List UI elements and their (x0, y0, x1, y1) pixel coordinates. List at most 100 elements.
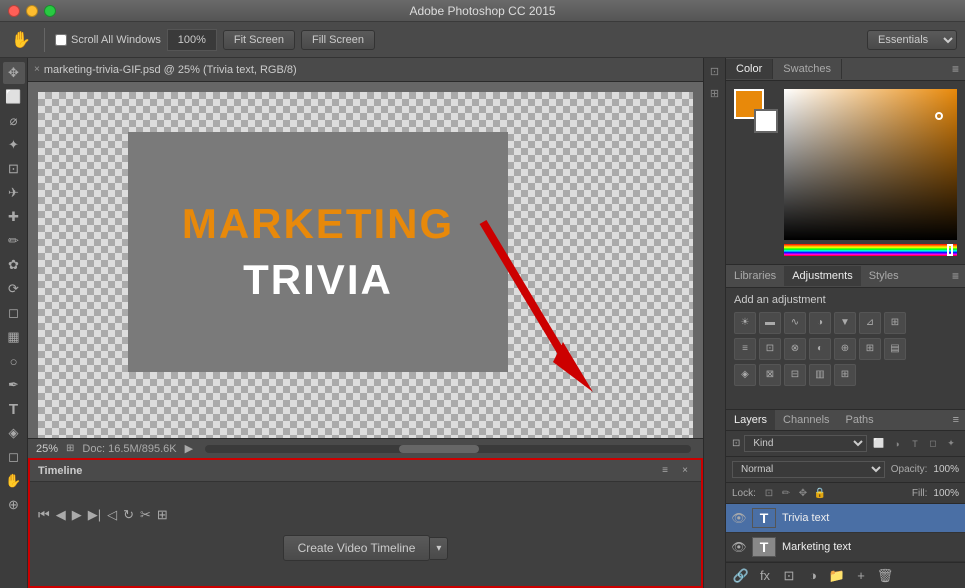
layer-visibility-icon-trivia[interactable]: 👁 (732, 511, 746, 525)
type-tool[interactable]: T (3, 398, 25, 420)
adj-channel-mix-icon[interactable]: ⊞ (859, 338, 881, 360)
healing-tool[interactable]: ✚ (3, 206, 25, 228)
brush-tool[interactable]: ✏ (3, 230, 25, 252)
filter-type-select[interactable]: Kind (744, 435, 867, 452)
adj-hsl-icon[interactable]: ⊿ (859, 312, 881, 334)
tab-styles[interactable]: Styles (861, 266, 907, 286)
adj-color-balance-icon[interactable]: ⊗ (784, 338, 806, 360)
add-mask-icon[interactable]: ⊡ (780, 567, 798, 585)
add-layer-icon[interactable]: + (852, 567, 870, 585)
color-gradient-picker[interactable] (784, 89, 957, 240)
scroll-all-windows-checkbox[interactable] (55, 34, 67, 46)
gradient-tool[interactable]: ▦ (3, 326, 25, 348)
filter-adj-icon[interactable]: ◑ (889, 436, 905, 452)
tab-paths[interactable]: Paths (838, 410, 882, 430)
tab-close-icon[interactable]: × (34, 64, 40, 75)
filter-shape-icon[interactable]: ◻ (925, 436, 941, 452)
background-swatch[interactable] (754, 109, 778, 133)
convert-button[interactable]: ⊞ (157, 507, 168, 523)
reverse-play-button[interactable]: ◁ (107, 507, 117, 523)
adj-vibrance-icon[interactable]: ▼ (834, 312, 856, 334)
crop-tool[interactable]: ⊡ (3, 158, 25, 180)
add-style-icon[interactable]: fx (756, 567, 774, 585)
timeline-close-icon[interactable]: × (677, 463, 693, 479)
add-adjustment-icon[interactable]: ◑ (804, 567, 822, 585)
adj-posterize-icon[interactable]: ⊠ (759, 364, 781, 386)
adj-gradient-map-icon[interactable]: ▥ (809, 364, 831, 386)
adj-exposure-icon[interactable]: ◑ (809, 312, 831, 334)
panel-icon-1[interactable]: ⊡ (706, 62, 724, 80)
canvas-wrapper[interactable]: MARKETING TRIVIA (28, 82, 703, 438)
lock-position-icon[interactable]: ✥ (796, 486, 810, 500)
status-icon[interactable]: ⊞ (66, 443, 74, 454)
layer-item-trivia[interactable]: 👁 T Trivia text (726, 504, 965, 533)
panel-icon-2[interactable]: ⊞ (706, 84, 724, 102)
adj-color-lookup-icon[interactable]: ▤ (884, 338, 906, 360)
adj-threshold-icon[interactable]: ⊟ (784, 364, 806, 386)
tab-color[interactable]: Color (726, 59, 773, 79)
maximize-button[interactable] (44, 5, 56, 17)
eyedropper-tool[interactable]: ✈ (3, 182, 25, 204)
adj-photo-filter-icon[interactable]: ⊕ (834, 338, 856, 360)
eraser-tool[interactable]: ◻ (3, 302, 25, 324)
zoom-tool[interactable]: ⊕ (3, 494, 25, 516)
adj-bw-icon[interactable]: ◐ (809, 338, 831, 360)
layers-panel-menu-icon[interactable]: ≡ (947, 410, 965, 430)
tab-channels[interactable]: Channels (775, 410, 837, 430)
adj-selective-color-icon[interactable]: ⊞ (834, 364, 856, 386)
blend-mode-select[interactable]: Normal (732, 461, 885, 478)
lock-all-icon[interactable]: 🔒 (813, 486, 827, 500)
layer-item-marketing[interactable]: 👁 T Marketing text (726, 533, 965, 562)
next-frame-button[interactable]: ▶| (88, 507, 101, 523)
fill-screen-button[interactable]: Fill Screen (301, 30, 375, 50)
tab-libraries[interactable]: Libraries (726, 266, 784, 286)
pen-tool[interactable]: ✒ (3, 374, 25, 396)
lock-transparent-icon[interactable]: ⊡ (762, 486, 776, 500)
history-tool[interactable]: ⟳ (3, 278, 25, 300)
lock-pixels-icon[interactable]: ✏ (779, 486, 793, 500)
adj-levels-icon[interactable]: ▬ (759, 312, 781, 334)
hand-tool-icon[interactable]: ✋ (8, 27, 34, 53)
adj-curves-icon[interactable]: ∿ (784, 312, 806, 334)
clone-tool[interactable]: ✿ (3, 254, 25, 276)
adj-color-icon[interactable]: ⊞ (884, 312, 906, 334)
hand-tool[interactable]: ✋ (3, 470, 25, 492)
adj-invert-icon[interactable]: ◈ (734, 364, 756, 386)
minimize-button[interactable] (26, 5, 38, 17)
lasso-tool[interactable]: ⌀ (3, 110, 25, 132)
dodge-tool[interactable]: ○ (3, 350, 25, 372)
close-button[interactable] (8, 5, 20, 17)
prev-frame-button[interactable]: ◀ (56, 507, 66, 523)
go-to-start-button[interactable]: ⏮ (38, 507, 50, 523)
horizontal-scrollbar[interactable] (205, 445, 691, 453)
fit-screen-button[interactable]: Fit Screen (223, 30, 295, 50)
create-video-timeline-button[interactable]: Create Video Timeline (283, 535, 431, 561)
layer-visibility-icon-marketing[interactable]: 👁 (732, 540, 746, 554)
filter-type-icon[interactable]: T (907, 436, 923, 452)
workspace-select[interactable]: Essentials (867, 30, 957, 50)
play-button[interactable]: ▶ (72, 507, 82, 523)
adj-curves2-icon[interactable]: ⊡ (759, 338, 781, 360)
adj-levels2-icon[interactable]: ≡ (734, 338, 756, 360)
timeline-menu-icon[interactable]: ≡ (657, 463, 673, 479)
status-arrow[interactable]: ▶ (185, 442, 193, 455)
filter-smart-icon[interactable]: ✦ (943, 436, 959, 452)
marquee-tool[interactable]: ⬜ (3, 86, 25, 108)
shapes-tool[interactable]: ◻ (3, 446, 25, 468)
wand-tool[interactable]: ✦ (3, 134, 25, 156)
path-select-tool[interactable]: ◈ (3, 422, 25, 444)
zoom-input[interactable] (167, 29, 217, 51)
move-tool[interactable]: ✥ (3, 62, 25, 84)
tab-swatches[interactable]: Swatches (773, 59, 842, 79)
color-panel-menu-icon[interactable]: ≡ (946, 58, 965, 80)
hue-bar[interactable] (784, 244, 957, 256)
create-video-dropdown-arrow[interactable]: ▾ (430, 537, 448, 560)
add-group-icon[interactable]: 📁 (828, 567, 846, 585)
trim-button[interactable]: ✂ (140, 507, 151, 523)
loop-button[interactable]: ↻ (123, 507, 134, 523)
adj-panel-menu-icon[interactable]: ≡ (946, 265, 965, 287)
delete-layer-icon[interactable]: 🗑 (876, 567, 894, 585)
filter-pixel-icon[interactable]: ⬜ (871, 436, 887, 452)
tab-layers[interactable]: Layers (726, 410, 775, 430)
tab-adjustments[interactable]: Adjustments (784, 266, 861, 286)
